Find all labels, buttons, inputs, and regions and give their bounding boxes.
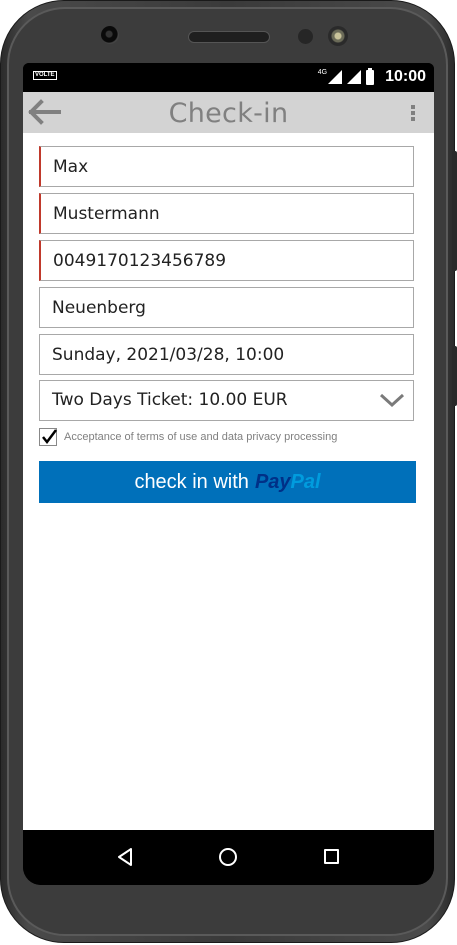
phone-input[interactable] [53,241,403,280]
ticket-select[interactable]: Two Days Ticket: 10.00 EUR [39,380,414,421]
battery-icon [366,67,375,85]
first-name-input[interactable] [53,147,403,186]
city-field [39,287,414,328]
terms-label: Acceptance of terms of use and data priv… [64,431,338,443]
last-name-field [39,193,414,234]
system-nav-bar [23,830,434,885]
network-type: 4G [317,68,328,76]
paypal-checkin-button[interactable]: check in with PayPal [39,461,416,503]
nav-back-icon[interactable] [116,847,134,867]
checkmark-icon [42,429,57,445]
status-clock: 10:00 [385,68,426,85]
ticket-select-value: Two Days Ticket: 10.00 EUR [52,390,288,410]
status-icons: 4G 10:00 [318,66,426,88]
chevron-down-icon [379,393,405,408]
front-flash [328,26,348,46]
city-input[interactable] [52,288,402,327]
paypal-logo-pal: Pal [290,470,321,493]
phone-field [39,240,414,281]
screen: VOLTE 4G 10:00 Check-in Max Mustermann 0… [23,63,434,885]
terms-checkbox[interactable] [39,428,57,446]
page-title: Check-in [168,98,289,129]
proximity-sensor [298,29,313,44]
nav-recent-icon[interactable] [324,849,339,864]
signal-icon [328,70,343,84]
power-button [452,346,457,406]
terms-row: Acceptance of terms of use and data priv… [39,428,414,450]
status-bar: VOLTE 4G 10:00 [23,63,434,92]
more-vert-icon[interactable] [410,105,416,123]
date-input[interactable] [52,335,402,374]
last-name-input[interactable] [53,194,403,233]
form-content: Two Days Ticket: 10.00 EUR Acceptance of… [23,133,434,830]
app-bar: Check-in [23,92,434,133]
paypal-logo-pay: Pay [254,470,291,493]
phone-frame: VOLTE 4G 10:00 Check-in Max Mustermann 0… [0,0,457,943]
earpiece-speaker [188,31,270,43]
front-camera [101,26,119,44]
nav-home-icon[interactable] [219,848,237,866]
wifi-signal-icon [347,70,362,84]
first-name-field [39,146,414,187]
paypal-logo: PayPal [255,471,321,494]
volte-indicator: VOLTE [33,71,57,80]
date-field [39,334,414,375]
pay-button-label: check in with [134,470,249,493]
volume-button [452,151,457,271]
